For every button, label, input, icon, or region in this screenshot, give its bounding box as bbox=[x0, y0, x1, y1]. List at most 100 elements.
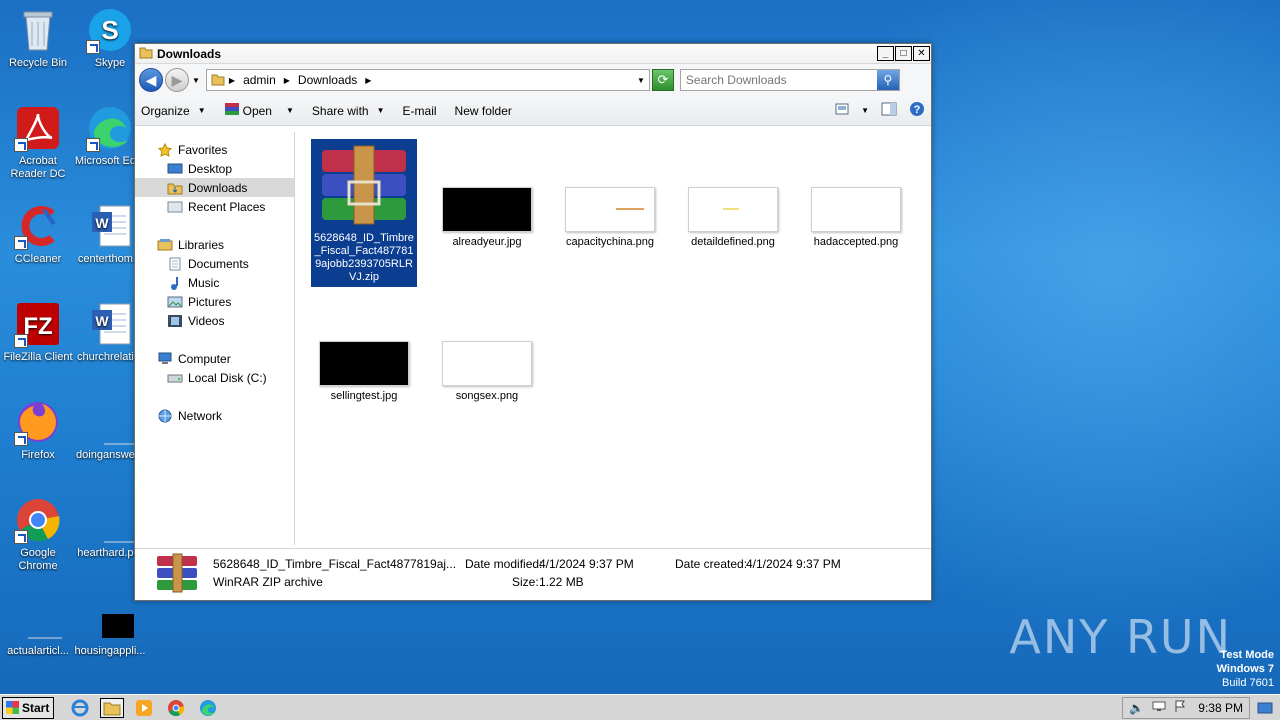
search-box[interactable]: ⚲ bbox=[679, 69, 900, 91]
file-item-songsex[interactable]: songsex.png bbox=[434, 341, 540, 403]
desktop-icon-label: Google Chrome bbox=[18, 547, 58, 572]
nav-libraries[interactable]: Libraries bbox=[135, 235, 294, 254]
show-desktop-button[interactable] bbox=[1254, 698, 1276, 718]
clock[interactable]: 9:38 PM bbox=[1198, 701, 1243, 715]
desktop-icon-label: Acrobat Reader DC bbox=[10, 155, 66, 180]
organize-button[interactable]: Organize ▼ bbox=[141, 104, 206, 118]
search-input[interactable] bbox=[680, 73, 877, 87]
new-folder-button[interactable]: New folder bbox=[455, 104, 512, 118]
details-pane: 5628648_ID_Timbre_Fiscal_Fact4877819aj..… bbox=[135, 548, 931, 600]
breadcrumb-downloads[interactable]: Downloads bbox=[298, 73, 357, 87]
title-bar[interactable]: Downloads _ □ ✕ bbox=[135, 44, 931, 64]
image-thumbnail bbox=[319, 341, 409, 386]
file-item-sellingtest[interactable]: sellingtest.jpg bbox=[311, 341, 417, 403]
skype-icon: S bbox=[86, 6, 134, 54]
close-button[interactable]: ✕ bbox=[913, 46, 930, 61]
details-created-label: Date created: bbox=[675, 557, 748, 571]
desktop-icon-ccleaner[interactable]: CCleaner bbox=[0, 202, 76, 266]
taskbar-media-player-icon[interactable] bbox=[132, 698, 156, 718]
search-icon[interactable]: ⚲ bbox=[876, 70, 899, 90]
email-label: E-mail bbox=[402, 103, 437, 118]
nav-network[interactable]: Network bbox=[135, 406, 294, 425]
file-item-zip[interactable]: 5628648_ID_Timbre_Fiscal_Fact4877819ajob… bbox=[311, 139, 417, 287]
system-tray: 🔈 9:38 PM bbox=[1122, 696, 1250, 719]
refresh-button[interactable]: ⟳ bbox=[651, 69, 674, 91]
view-options-icon[interactable] bbox=[835, 103, 849, 118]
desktop-icon-chrome[interactable]: Google Chrome bbox=[0, 496, 76, 573]
nav-videos[interactable]: Videos bbox=[135, 311, 294, 330]
details-modified-value: 4/1/2024 9:37 PM bbox=[539, 557, 634, 571]
word-doc-icon: W bbox=[86, 202, 134, 250]
maximize-button[interactable]: □ bbox=[895, 46, 912, 61]
chevron-down-icon[interactable]: ▼ bbox=[286, 106, 294, 115]
open-button[interactable]: Open ▼ bbox=[224, 102, 294, 119]
breadcrumb-arrow-icon[interactable]: ▶ bbox=[229, 76, 235, 85]
blank-file-icon bbox=[14, 594, 74, 642]
folder-icon bbox=[211, 72, 225, 89]
breadcrumb-arrow-icon[interactable]: ▶ bbox=[365, 76, 371, 85]
acrobat-icon bbox=[14, 104, 62, 152]
file-item-hadaccepted[interactable]: hadaccepted.png bbox=[803, 187, 909, 249]
chrome-icon bbox=[14, 496, 62, 544]
nav-recent-places[interactable]: Recent Places bbox=[135, 197, 294, 216]
nav-favorites[interactable]: Favorites bbox=[135, 140, 294, 159]
file-list[interactable]: 5628648_ID_Timbre_Fiscal_Fact4877819ajob… bbox=[297, 132, 929, 545]
breadcrumb-arrow-icon[interactable]: ▶ bbox=[284, 76, 290, 85]
test-mode-label: Test Mode bbox=[1220, 649, 1274, 661]
desktop-icon-label: actualarticl... bbox=[7, 645, 69, 657]
desktop-icon-firefox[interactable]: Firefox bbox=[0, 398, 76, 462]
filezilla-icon: FZ bbox=[14, 300, 62, 348]
desktop-icon-label: housingappli... bbox=[74, 645, 146, 657]
nav-computer[interactable]: Computer bbox=[135, 349, 294, 368]
taskbar: Start 🔈 9:38 PM bbox=[0, 694, 1280, 720]
taskbar-chrome-icon[interactable] bbox=[164, 698, 188, 718]
nav-desktop[interactable]: Desktop bbox=[135, 159, 294, 178]
desktop-icon-label: centerthom... bbox=[77, 253, 143, 265]
nav-label: Documents bbox=[188, 256, 249, 271]
share-with-button[interactable]: Share with ▼ bbox=[312, 104, 385, 118]
file-item-detaildefined[interactable]: detaildefined.png bbox=[680, 187, 786, 249]
start-button[interactable]: Start bbox=[2, 696, 54, 719]
ccleaner-icon bbox=[14, 202, 62, 250]
nav-pictures[interactable]: Pictures bbox=[135, 292, 294, 311]
desktop-icon-file-3[interactable]: actualarticl... bbox=[0, 594, 76, 658]
email-button[interactable]: E-mail bbox=[403, 104, 437, 118]
desktop-icon-file-4[interactable]: housingappli... bbox=[72, 594, 148, 658]
desktop-icon-filezilla[interactable]: FZ FileZilla Client bbox=[0, 300, 76, 364]
desktop-icon-label: hearthard.p... bbox=[77, 547, 143, 559]
breadcrumb-admin[interactable]: admin bbox=[243, 73, 276, 87]
preview-pane-icon[interactable] bbox=[881, 102, 897, 119]
nav-label: Pictures bbox=[188, 294, 232, 309]
network-tray-icon[interactable] bbox=[1152, 700, 1166, 715]
desktop-icon-label: Firefox bbox=[21, 449, 55, 461]
nav-music[interactable]: Music bbox=[135, 273, 294, 292]
desktop-icon-label: CCleaner bbox=[14, 253, 62, 265]
address-bar[interactable]: ▶ admin ▶ Downloads ▶ ▼ bbox=[205, 69, 650, 91]
desktop-icon-acrobat[interactable]: Acrobat Reader DC bbox=[0, 104, 76, 181]
history-dropdown-icon[interactable]: ▼ bbox=[192, 76, 200, 85]
minimize-button[interactable]: _ bbox=[877, 46, 894, 61]
file-item-capacitychina[interactable]: capacitychina.png bbox=[557, 187, 663, 249]
taskbar-explorer-icon[interactable] bbox=[100, 697, 124, 718]
nav-local-disk[interactable]: Local Disk (C:) bbox=[135, 368, 294, 387]
nav-downloads[interactable]: Downloads bbox=[135, 178, 294, 197]
command-bar: Organize ▼ Open ▼ Share with ▼ E-mail New f… bbox=[135, 96, 931, 126]
nav-label: Videos bbox=[188, 313, 225, 328]
explorer-window[interactable]: Downloads _ □ ✕ ◀ ▶ ▼ ▶ admin ▶ Download… bbox=[134, 43, 932, 601]
volume-icon[interactable]: 🔈 bbox=[1129, 701, 1144, 715]
new-folder-label: New folder bbox=[454, 103, 512, 118]
test-mode-text: Test Mode Windows 7 Build 7601 bbox=[1217, 648, 1274, 690]
file-name: detaildefined.png bbox=[691, 236, 775, 248]
forward-button[interactable]: ▶ bbox=[165, 68, 189, 92]
taskbar-edge-icon[interactable] bbox=[196, 698, 220, 718]
network-icon bbox=[157, 409, 173, 423]
address-dropdown-icon[interactable]: ▼ bbox=[637, 76, 645, 85]
file-item-alreadyeur[interactable]: alreadyeur.jpg bbox=[434, 187, 540, 249]
desktop-icon-recycle-bin[interactable]: Recycle Bin bbox=[0, 6, 76, 70]
view-dropdown-icon[interactable]: ▼ bbox=[861, 106, 869, 115]
action-center-flag-icon[interactable] bbox=[1174, 700, 1186, 715]
nav-documents[interactable]: Documents bbox=[135, 254, 294, 273]
back-button[interactable]: ◀ bbox=[139, 68, 163, 92]
help-icon[interactable]: ? bbox=[909, 101, 925, 120]
taskbar-ie-icon[interactable] bbox=[68, 698, 92, 718]
